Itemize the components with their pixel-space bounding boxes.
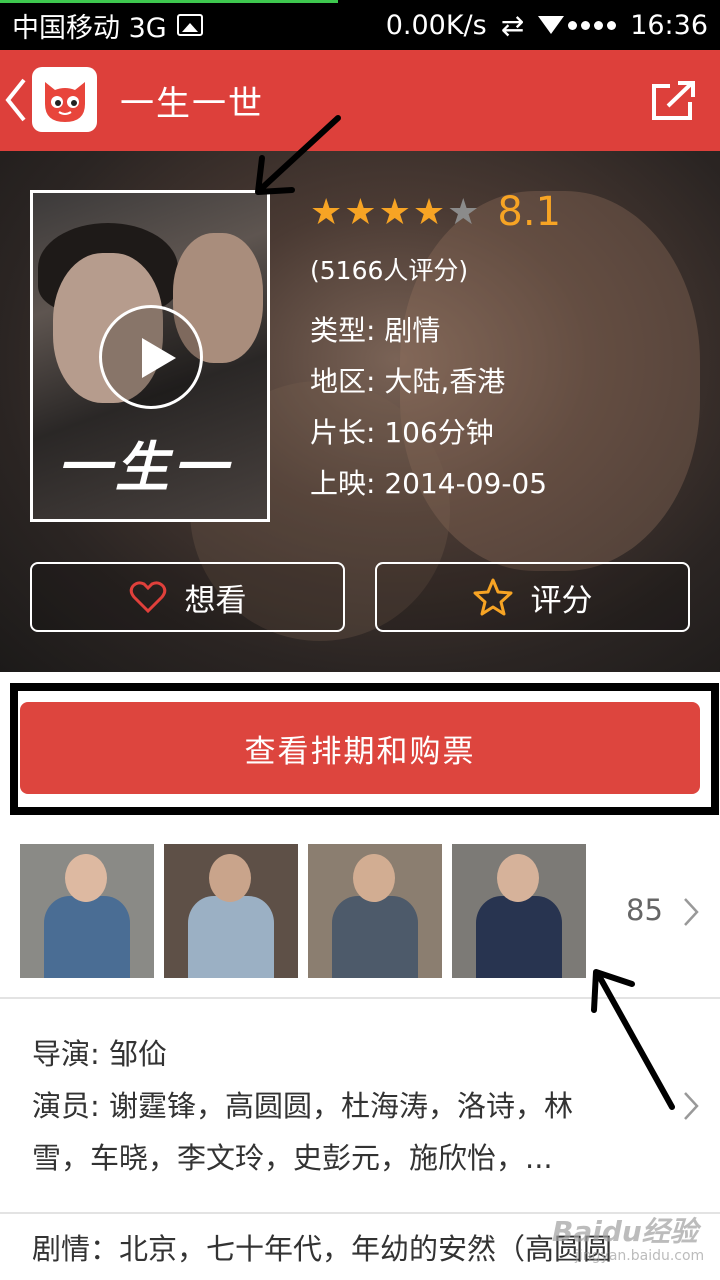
region: 地区: 大陆,香港 xyxy=(310,365,506,398)
cast-photo[interactable] xyxy=(308,844,442,978)
network-speed: 0.00K/s xyxy=(385,9,487,41)
release-date: 上映: 2014-09-05 xyxy=(310,467,548,500)
share-icon[interactable] xyxy=(650,80,696,122)
buy-ticket-button[interactable]: 查看排期和购票 xyxy=(20,702,700,794)
watermark-url: jingyan.baidu.com xyxy=(575,1248,705,1264)
chevron-left-icon[interactable] xyxy=(4,76,28,124)
signal-icon xyxy=(538,16,617,34)
download-progress xyxy=(0,0,338,3)
movie-hero: 一生一世 ★ ★ ★ ★ ★ 8.1 (5166人评分) 类型: 剧情 地区: … xyxy=(0,151,720,672)
cast-photo[interactable] xyxy=(452,844,586,978)
actors-line-1: 演员: 谢霆锋，高圆圆，杜海涛，洛诗，林 xyxy=(32,1089,573,1123)
star-outline-icon xyxy=(473,578,512,616)
sync-icon: ⇄ xyxy=(500,8,525,42)
clock: 16:36 xyxy=(630,9,708,41)
watermark: Baidu经验 xyxy=(552,1215,698,1248)
play-icon[interactable] xyxy=(99,305,203,409)
vote-count: (5166人评分) xyxy=(310,256,469,285)
status-bar: 中国移动 3G 0.00K/s ⇄ 16:36 xyxy=(0,0,720,50)
rate-button[interactable]: 评分 xyxy=(375,562,690,632)
star-icon: ★ xyxy=(378,191,411,233)
cast-photo[interactable] xyxy=(164,844,298,978)
duration: 片长: 106分钟 xyxy=(310,416,494,449)
star-icon: ★ xyxy=(412,191,446,233)
rating-score: 8.1 xyxy=(497,189,562,235)
plot-summary[interactable]: 剧情：北京，七十年代，年幼的安然（高圆圆 xyxy=(32,1226,612,1268)
image-icon xyxy=(176,14,203,36)
want-to-see-label: 想看 xyxy=(184,582,247,619)
star-icon: ★ xyxy=(447,191,480,233)
want-to-see-button[interactable]: 想看 xyxy=(30,562,345,632)
page-title: 一生一世 xyxy=(120,84,264,124)
cat-logo-icon xyxy=(32,67,97,132)
poster-title: 一生一世 xyxy=(57,435,231,519)
annotation-arrow xyxy=(591,969,675,1110)
wifi-icon xyxy=(538,16,565,34)
movie-poster[interactable]: 一生一世 xyxy=(30,190,270,522)
director: 导演: 邹佡 xyxy=(32,1037,167,1071)
photo-count[interactable]: 85 xyxy=(626,893,663,927)
rate-label: 评分 xyxy=(530,582,593,619)
cast-photo[interactable] xyxy=(20,844,154,978)
app-header: 一生一世 xyxy=(0,50,720,151)
carrier-label: 中国移动 3G xyxy=(12,12,167,44)
actors-line-2: 雪，车晓，李文玲，史彭元，施欣怡，... xyxy=(32,1141,553,1175)
annotation-arrow xyxy=(255,115,341,195)
genre: 类型: 剧情 xyxy=(310,314,441,347)
heart-icon xyxy=(129,581,166,614)
chevron-right-icon[interactable] xyxy=(682,897,700,927)
